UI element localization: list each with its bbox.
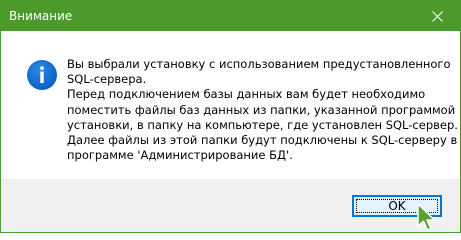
title-bar[interactable]: Внимание — [1, 1, 460, 31]
dialog-content: Вы выбрали установку с использованием пр… — [1, 31, 460, 179]
arrow-cursor-icon — [417, 203, 436, 231]
dialog-footer: OK — [1, 179, 460, 232]
message-line: Вы выбрали установку с использованием пр… — [67, 57, 451, 71]
window-title: Внимание — [9, 9, 73, 23]
message-line: Перед подключением базы данных вам будет… — [67, 87, 426, 102]
message-line: программе 'Администрирование БД'. — [67, 148, 293, 163]
message-text: Вы выбрали установку с использованием пр… — [67, 57, 458, 163]
info-icon — [27, 60, 57, 90]
close-button[interactable] — [415, 1, 460, 31]
close-icon — [432, 11, 443, 22]
message-line: Далее файлы из этой папки будут подключе… — [67, 133, 458, 148]
ok-button-label: OK — [388, 199, 406, 213]
message-line: установки, в папку на компьютере, где ус… — [67, 117, 458, 132]
dialog-window: Внимание Вы выбрали установку с использо… — [0, 0, 461, 233]
message-line: SQL-сервера. — [67, 72, 147, 87]
message-line: поместить файлы баз данных из папки, ука… — [67, 102, 456, 117]
